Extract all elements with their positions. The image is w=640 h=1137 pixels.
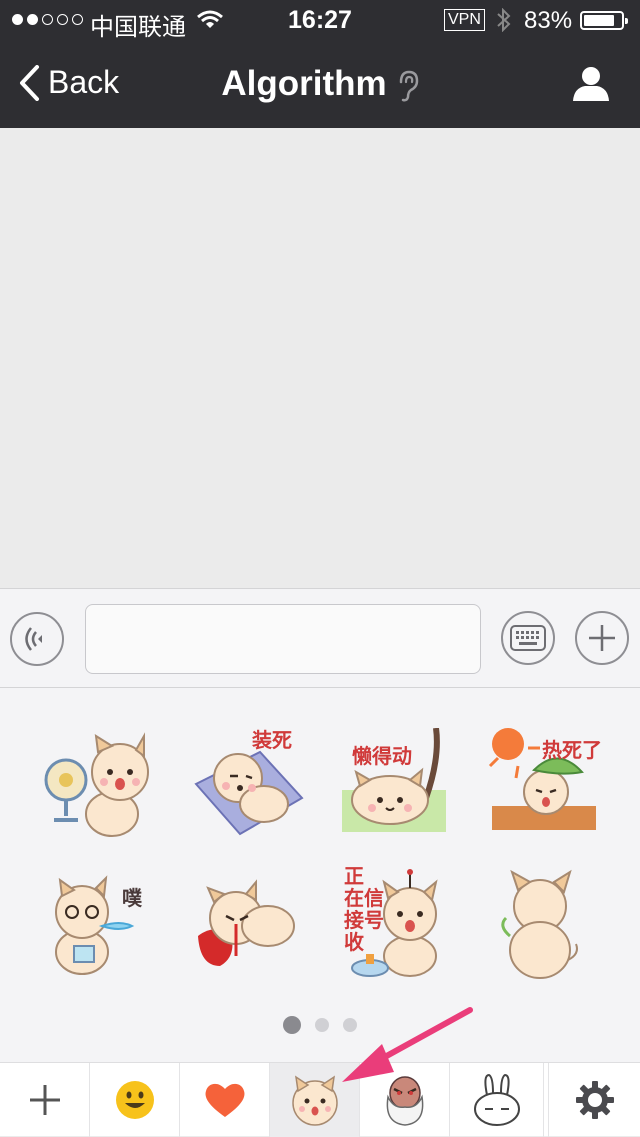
page-indicator xyxy=(0,1016,640,1034)
shiba-fan-sticker xyxy=(44,732,149,837)
add-icon xyxy=(29,1085,60,1115)
shiba-pack-icon xyxy=(291,1075,338,1126)
sticker-shiba-play-dead[interactable]: 装死 xyxy=(190,728,310,848)
chat-title: Algorithm xyxy=(221,64,387,103)
sticker-shiba-fan[interactable] xyxy=(40,728,160,848)
sticker-shiba-bleeding[interactable] xyxy=(190,866,310,986)
battery-icon xyxy=(580,11,628,30)
bluetooth-icon xyxy=(497,8,511,32)
sticker-caption-line-3: 接号 xyxy=(344,910,384,932)
voice-input-button[interactable] xyxy=(10,612,64,666)
old-man-pack-icon xyxy=(386,1076,423,1126)
page-dot-1[interactable] xyxy=(283,1016,301,1034)
more-options-button[interactable] xyxy=(575,611,629,665)
shiba-bleeding-sticker xyxy=(198,879,295,966)
shiba-play-dead-sticker xyxy=(194,750,304,836)
sticker-shiba-spit[interactable]: 噗 xyxy=(40,866,160,986)
keyboard-toggle-button[interactable] xyxy=(501,611,555,665)
sticker-pack-tabbar xyxy=(0,1062,640,1137)
sticker-caption: 装死 xyxy=(252,730,292,752)
sticker-shiba-lazy[interactable]: 懒得动 xyxy=(340,727,460,848)
shiba-spit-sticker xyxy=(55,875,135,975)
input-bar xyxy=(0,588,640,688)
bunny-pack-icon xyxy=(473,1073,520,1126)
status-bar: 中国联通 16:27 VPN 83% xyxy=(0,0,640,41)
sticker-caption: 热死了 xyxy=(542,740,602,762)
tab-settings[interactable] xyxy=(548,1063,640,1137)
tab-bunny-pack[interactable] xyxy=(450,1063,544,1137)
person-icon xyxy=(573,67,609,101)
message-list[interactable] xyxy=(0,128,640,588)
sticker-shiba-waiting-signal[interactable]: 正 在信 接号 收 xyxy=(340,866,460,986)
sticker-caption-line-1: 正 xyxy=(344,866,364,888)
title-group: Algorithm xyxy=(0,64,640,104)
sticker-shiba-hot[interactable]: 热死了 xyxy=(488,726,608,846)
sticker-caption-line-4: 收 xyxy=(344,932,364,954)
profile-button[interactable] xyxy=(572,66,610,107)
settings-gear-icon xyxy=(575,1081,614,1119)
tab-emoji[interactable] xyxy=(90,1063,180,1137)
navigation-bar: Back Algorithm xyxy=(0,40,640,128)
sticker-caption: 噗 xyxy=(122,888,142,910)
plus-icon xyxy=(589,625,615,651)
voice-wave-icon xyxy=(25,627,42,651)
ear-icon xyxy=(399,70,418,102)
battery-percent: 83% xyxy=(524,7,573,34)
tab-add-stickers[interactable] xyxy=(0,1063,90,1137)
page-dot-3[interactable] xyxy=(343,1018,357,1032)
keyboard-icon xyxy=(510,625,546,651)
sticker-caption-line-2: 在信 xyxy=(344,888,384,910)
tab-shiba-pack[interactable] xyxy=(270,1063,360,1137)
vpn-badge: VPN xyxy=(444,9,485,31)
tab-old-man-pack[interactable] xyxy=(360,1063,450,1137)
sticker-panel: 装死 懒得动 热死了 噗 正 在信 接号 收 xyxy=(0,688,640,1062)
sticker-shiba-back[interactable] xyxy=(488,866,608,986)
smiley-icon xyxy=(115,1081,154,1119)
page-dot-2[interactable] xyxy=(315,1018,329,1032)
sticker-caption: 懒得动 xyxy=(352,746,412,768)
message-input[interactable] xyxy=(85,604,481,674)
heart-icon xyxy=(205,1083,244,1117)
top-bar: 中国联通 16:27 VPN 83% Back Algorithm xyxy=(0,0,640,128)
shiba-back-sticker xyxy=(501,869,578,979)
tab-favorites[interactable] xyxy=(180,1063,270,1137)
